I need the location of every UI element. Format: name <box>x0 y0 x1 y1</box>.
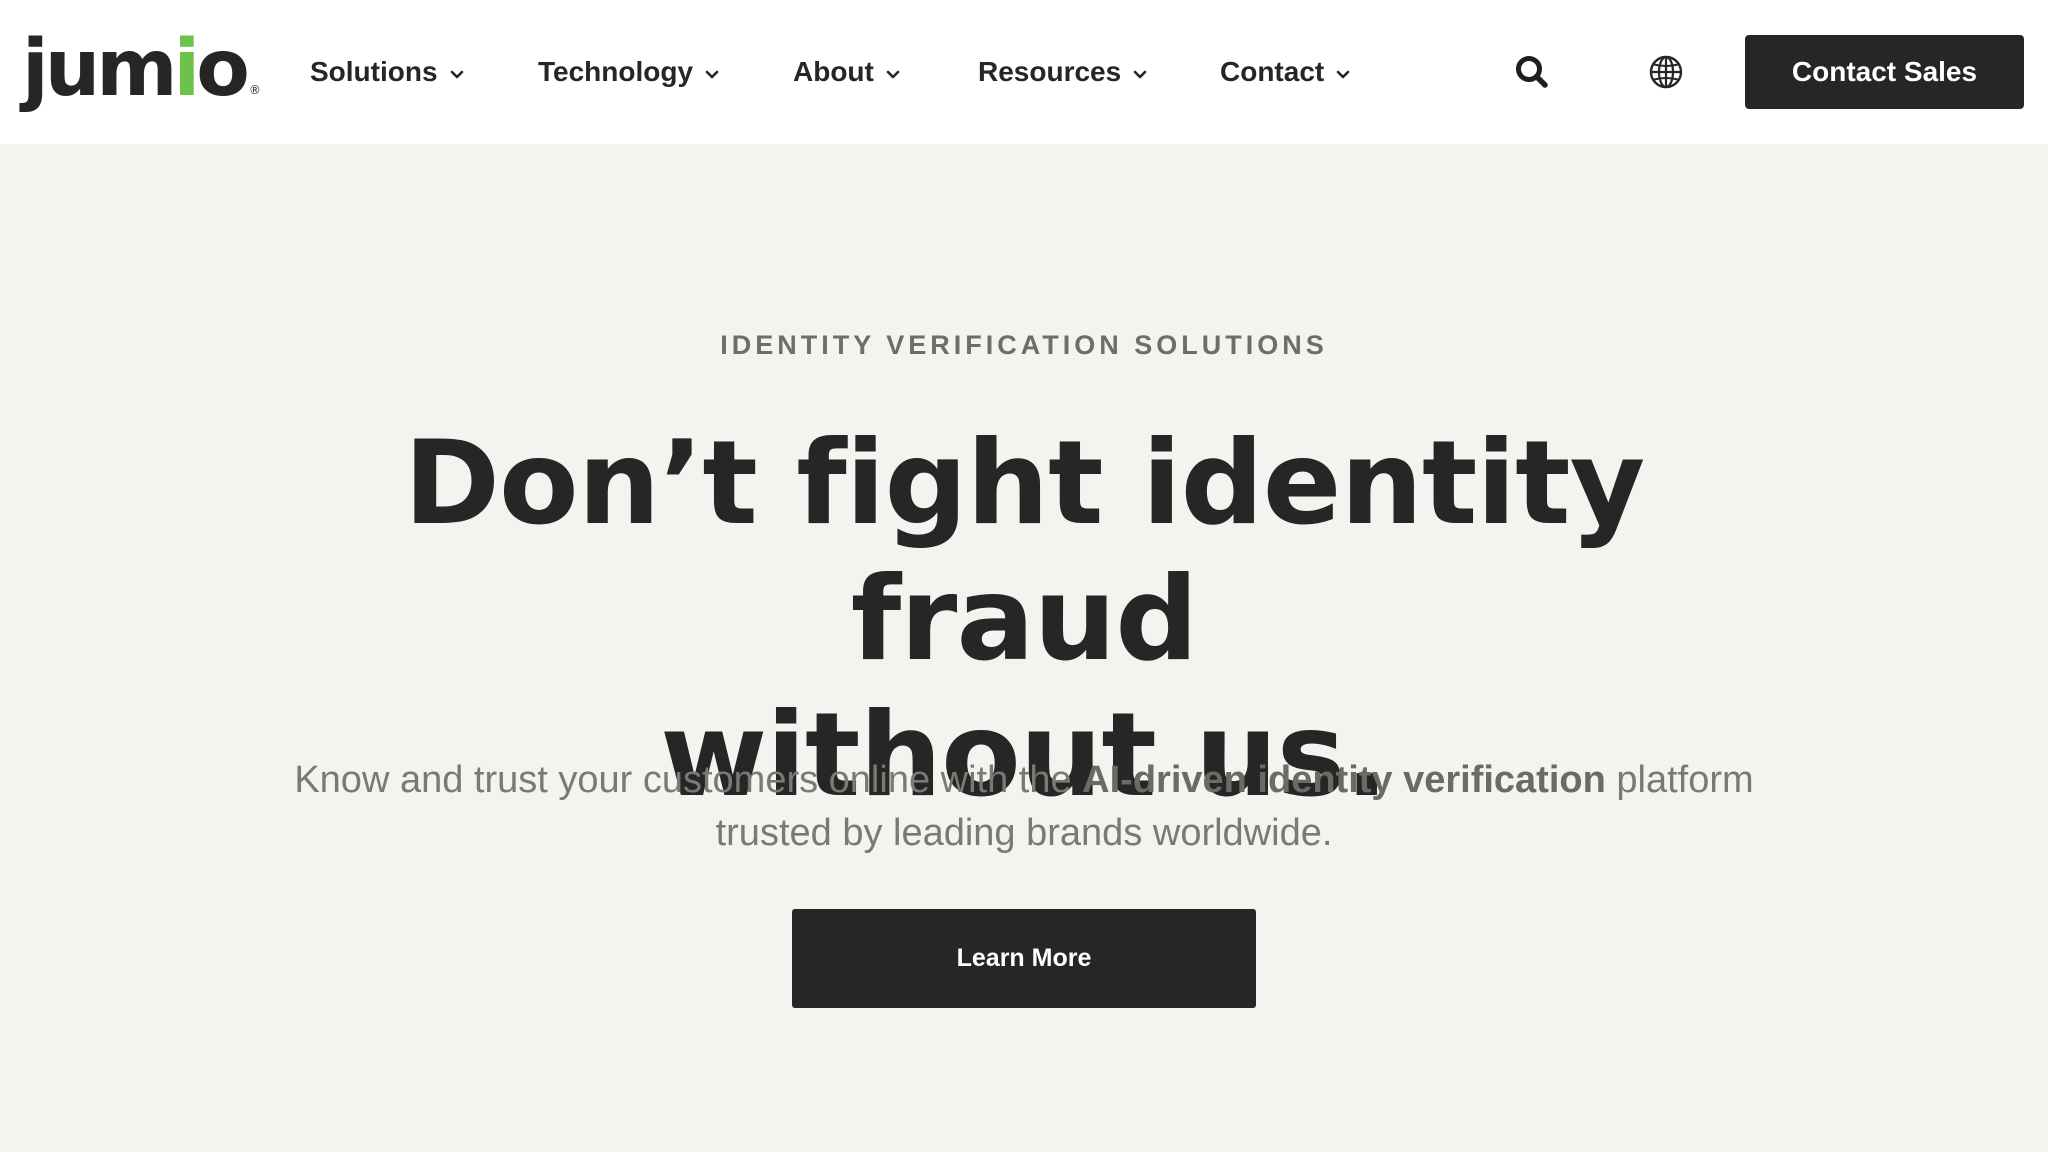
hero-subtext: Know and trust your customers online wit… <box>274 754 1774 860</box>
logo-text-end: o <box>196 24 250 114</box>
logo-registered-mark: ® <box>248 83 261 97</box>
hero-eyebrow: IDENTITY VERIFICATION SOLUTIONS <box>720 330 1328 360</box>
nav-item-technology[interactable]: Technology <box>538 56 721 88</box>
hero-subtext-emphasis: AI-driven identity verification <box>1082 759 1606 801</box>
jumio-logo[interactable]: jum i o ® <box>22 18 261 108</box>
site-header: jum i o ® Solutions Technology About Resour… <box>0 0 2048 144</box>
nav-item-label: Contact <box>1220 56 1325 87</box>
globe-icon <box>1649 55 1683 89</box>
chevron-down-icon <box>705 70 719 79</box>
search-icon <box>1516 56 1548 88</box>
chevron-down-icon <box>1133 70 1147 79</box>
chevron-down-icon <box>1336 70 1350 79</box>
logo-text-accent: i <box>173 24 201 114</box>
nav-item-solutions[interactable]: Solutions <box>310 56 466 88</box>
nav-item-label: Resources <box>978 56 1122 87</box>
learn-more-button[interactable]: Learn More <box>792 909 1256 1008</box>
nav-item-label: Solutions <box>310 56 438 87</box>
nav-item-contact[interactable]: Contact <box>1220 56 1352 88</box>
nav-item-resources[interactable]: Resources <box>978 56 1149 88</box>
search-button[interactable] <box>1512 52 1552 92</box>
hero-section: IDENTITY VERIFICATION SOLUTIONS Don’t fi… <box>0 144 2048 1152</box>
logo-text-main: jum <box>22 24 178 114</box>
hero-subtext-before: Know and trust your customers online wit… <box>294 759 1083 801</box>
nav-item-about[interactable]: About <box>793 56 902 88</box>
nav-item-label: Technology <box>538 56 694 87</box>
contact-sales-button[interactable]: Contact Sales <box>1745 35 2024 109</box>
chevron-down-icon <box>886 70 900 79</box>
hero-headline-line1: Don’t fight identity fraud <box>403 416 1645 687</box>
language-selector[interactable] <box>1646 52 1686 92</box>
chevron-down-icon <box>450 70 463 79</box>
nav-item-label: About <box>793 56 874 87</box>
